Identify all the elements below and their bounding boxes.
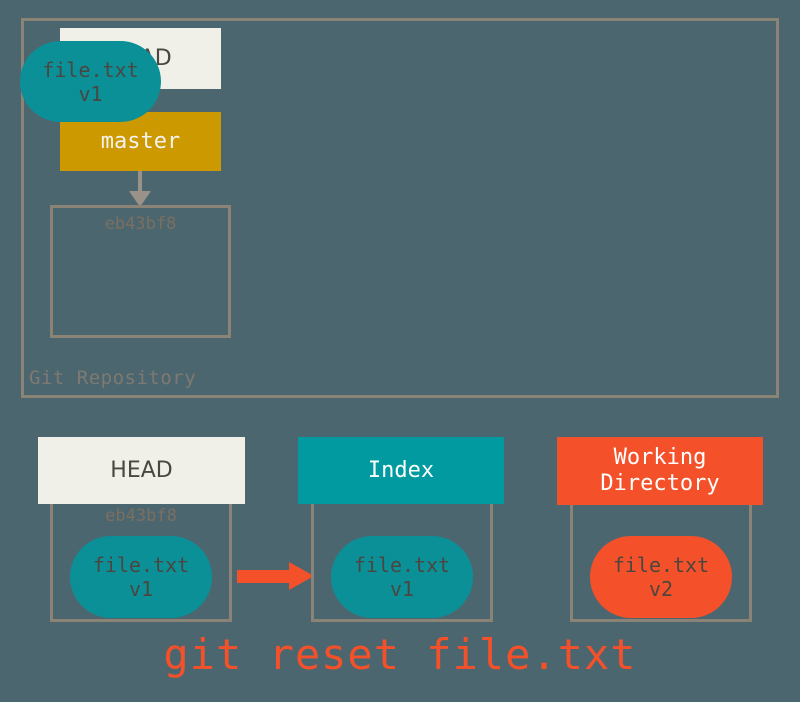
working-directory-area-label-line2: Directory — [600, 471, 720, 496]
commit-hash-label: eb43bf8 — [104, 214, 177, 234]
working-directory-area-blob-filename: file.txt — [612, 553, 710, 577]
git-repository-label: Git Repository — [29, 367, 197, 389]
working-directory-area-header: Working Directory — [557, 437, 763, 505]
command-caption: git reset file.txt — [163, 630, 637, 679]
head-area-blob-version: v1 — [128, 577, 154, 601]
index-area-label: Index — [367, 457, 435, 483]
reset-arrow-shaft — [237, 570, 297, 583]
working-directory-area-blob: file.txt v2 — [590, 536, 732, 618]
commit-frame: eb43bf8 — [50, 205, 231, 338]
working-directory-area-label-line1: Working — [613, 445, 707, 471]
head-area-hash-label: eb43bf8 — [105, 506, 177, 526]
index-area-blob-filename: file.txt — [353, 553, 451, 577]
repo-master-label: master — [100, 128, 181, 154]
index-area-header: Index — [298, 437, 504, 504]
working-directory-area-blob-version: v2 — [648, 577, 674, 601]
diagram-canvas: Git Repository HEAD master eb43bf8 file.… — [0, 0, 800, 702]
commit-blob-filename: file.txt — [42, 57, 139, 82]
head-area-blob-filename: file.txt — [92, 553, 190, 577]
head-area-label: HEAD — [110, 457, 173, 483]
index-area-blob: file.txt v1 — [331, 536, 473, 618]
commit-blob-version: v1 — [78, 81, 103, 106]
head-area-blob: file.txt v1 — [70, 536, 212, 618]
head-area-header: HEAD — [38, 437, 245, 504]
index-area-blob-version: v1 — [389, 577, 415, 601]
commit-blob: file.txt v1 — [20, 41, 161, 122]
